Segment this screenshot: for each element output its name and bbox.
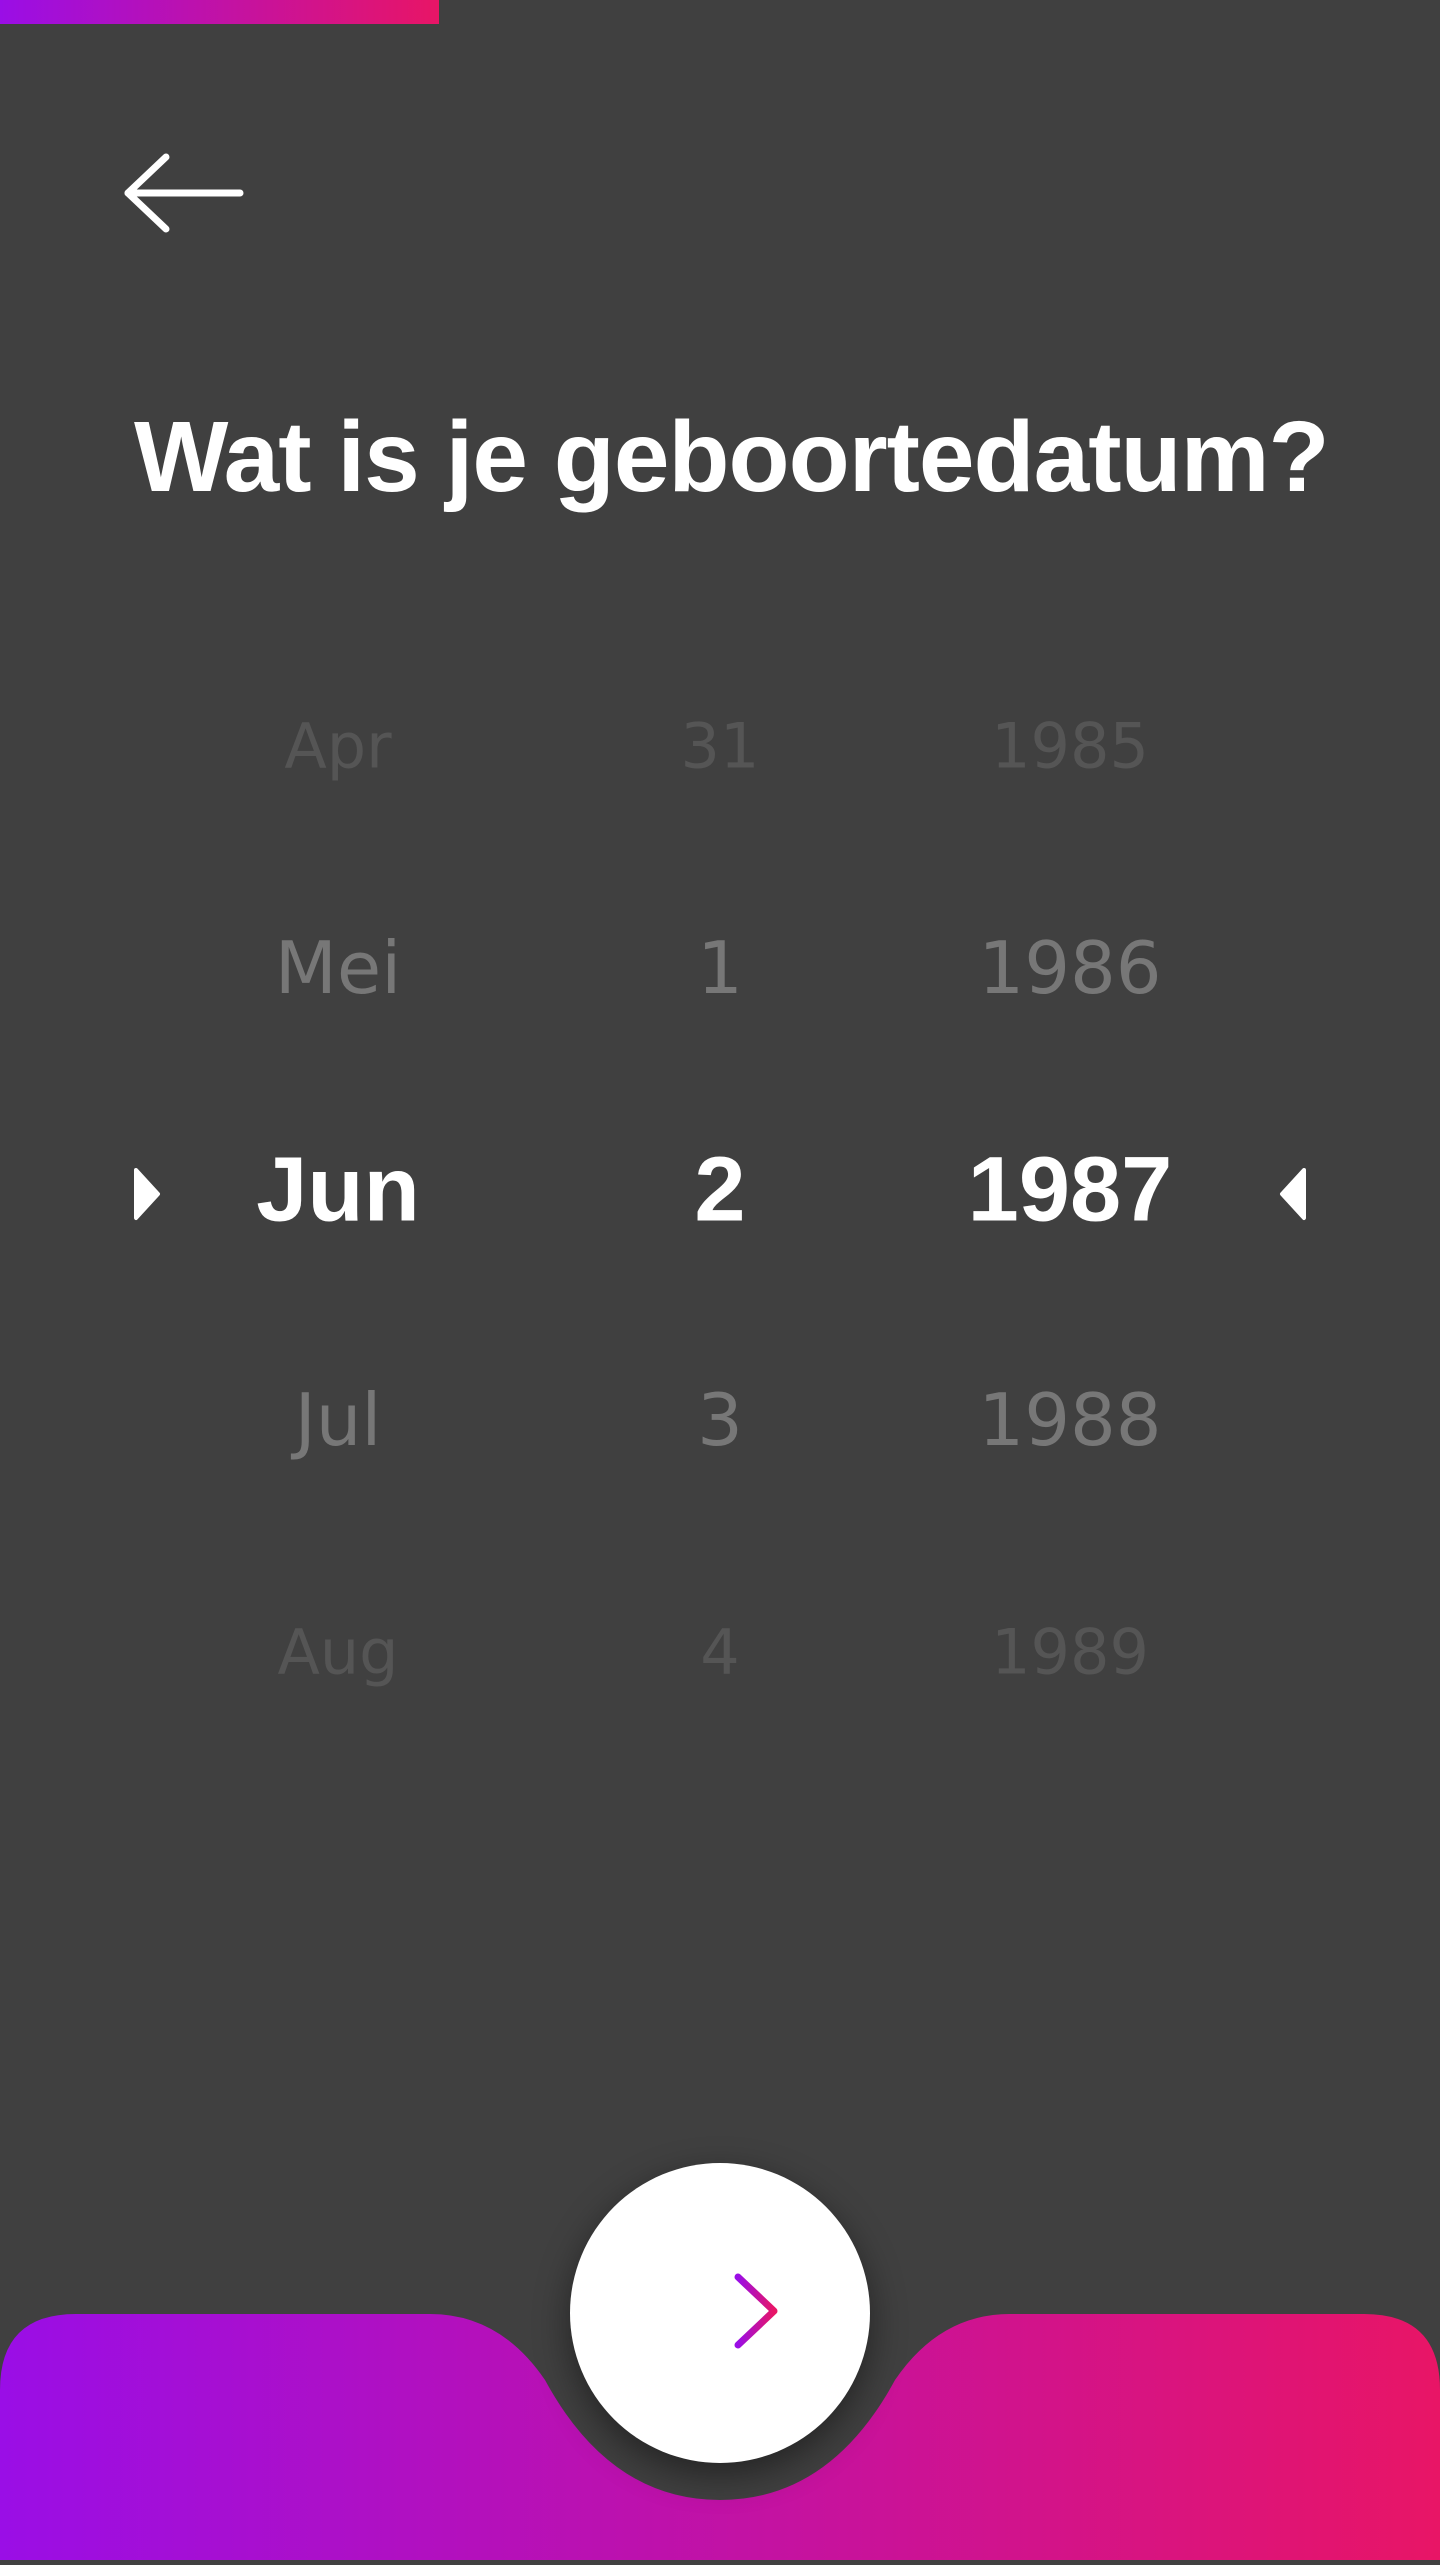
year-option[interactable]: 1988 [978, 1378, 1161, 1462]
month-option[interactable]: Aug [277, 1616, 398, 1689]
day-option[interactable]: 4 [700, 1616, 739, 1689]
year-option[interactable]: 1989 [991, 1616, 1149, 1689]
month-option[interactable]: Jul [295, 1378, 382, 1462]
arrow-left-icon [120, 151, 246, 240]
month-option[interactable]: Mei [275, 926, 401, 1010]
progress-bar [0, 0, 1440, 24]
year-selected[interactable]: 1987 [968, 1138, 1173, 1243]
day-option[interactable]: 3 [697, 1378, 743, 1462]
day-selected[interactable]: 2 [694, 1138, 745, 1243]
caret-right-icon [132, 1166, 162, 1222]
day-option[interactable]: 1 [697, 926, 743, 1010]
caret-left-icon [1278, 1166, 1308, 1222]
day-option[interactable]: 31 [681, 710, 760, 783]
year-option[interactable]: 1986 [978, 926, 1161, 1010]
arrow-right-icon [658, 2271, 782, 2356]
month-selected[interactable]: Jun [256, 1138, 420, 1243]
back-button[interactable] [120, 140, 260, 250]
year-option[interactable]: 1985 [991, 710, 1149, 783]
month-option[interactable]: Apr [284, 710, 391, 783]
page-title: Wat is je geboortedatum? [134, 401, 1330, 513]
progress-fill [0, 0, 440, 24]
next-button[interactable] [570, 2163, 870, 2463]
